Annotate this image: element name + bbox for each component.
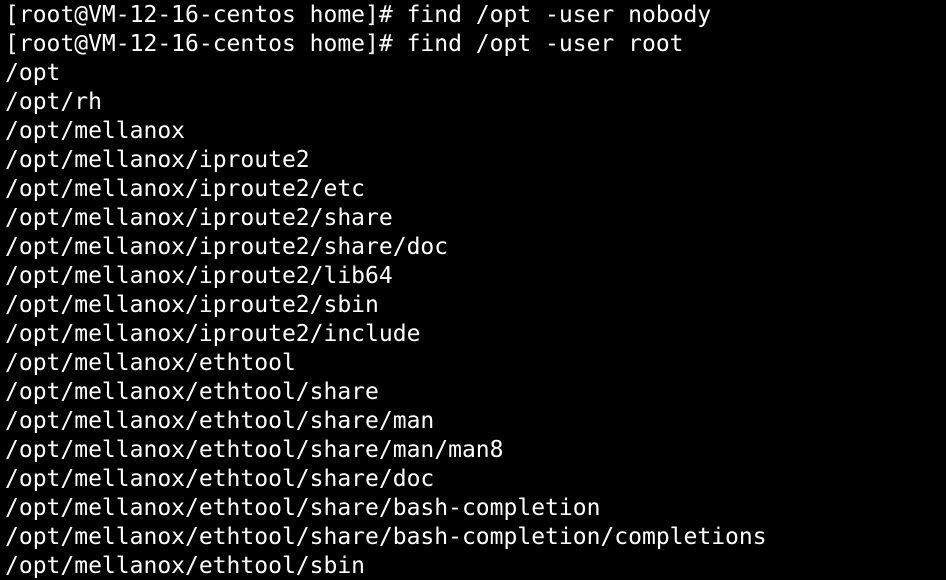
- output-line: /opt/mellanox/ethtool: [5, 350, 296, 376]
- output-line: /opt/mellanox/iproute2/etc: [5, 176, 366, 202]
- output-line: /opt/mellanox/ethtool/share/man/man8: [5, 437, 504, 463]
- output-line: /opt/rh: [5, 89, 102, 115]
- output-line: /opt/mellanox/iproute2: [5, 147, 310, 173]
- terminal-window[interactable]: [root@VM-12-16-centos home]# find /opt -…: [0, 0, 946, 580]
- output-line: /opt/mellanox/iproute2/lib64: [5, 263, 393, 289]
- output-line: /opt/mellanox: [5, 118, 186, 144]
- output-line: /opt/mellanox/iproute2/share: [5, 205, 393, 231]
- output-line: /opt/mellanox/ethtool/share/doc: [5, 466, 435, 492]
- output-line: /opt/mellanox/ethtool/share/bash-complet…: [5, 524, 767, 550]
- output-line: /opt/mellanox/ethtool/share/bash-complet…: [5, 495, 601, 521]
- command-line-find-root: [root@VM-12-16-centos home]# find /opt -…: [5, 31, 684, 57]
- output-line: /opt/mellanox/ethtool/sbin: [5, 553, 366, 579]
- output-line: /opt: [5, 60, 61, 86]
- output-line: /opt/mellanox/ethtool/share: [5, 379, 379, 405]
- output-line: /opt/mellanox/ethtool/share/man: [5, 408, 435, 434]
- output-line: /opt/mellanox/iproute2/include: [5, 321, 421, 347]
- terminal-output: [root@VM-12-16-centos home]# find /opt -…: [5, 0, 767, 580]
- output-line: /opt/mellanox/iproute2/sbin: [5, 292, 379, 318]
- output-line: /opt/mellanox/iproute2/share/doc: [5, 234, 449, 260]
- command-line-find-nobody: [root@VM-12-16-centos home]# find /opt -…: [5, 2, 712, 28]
